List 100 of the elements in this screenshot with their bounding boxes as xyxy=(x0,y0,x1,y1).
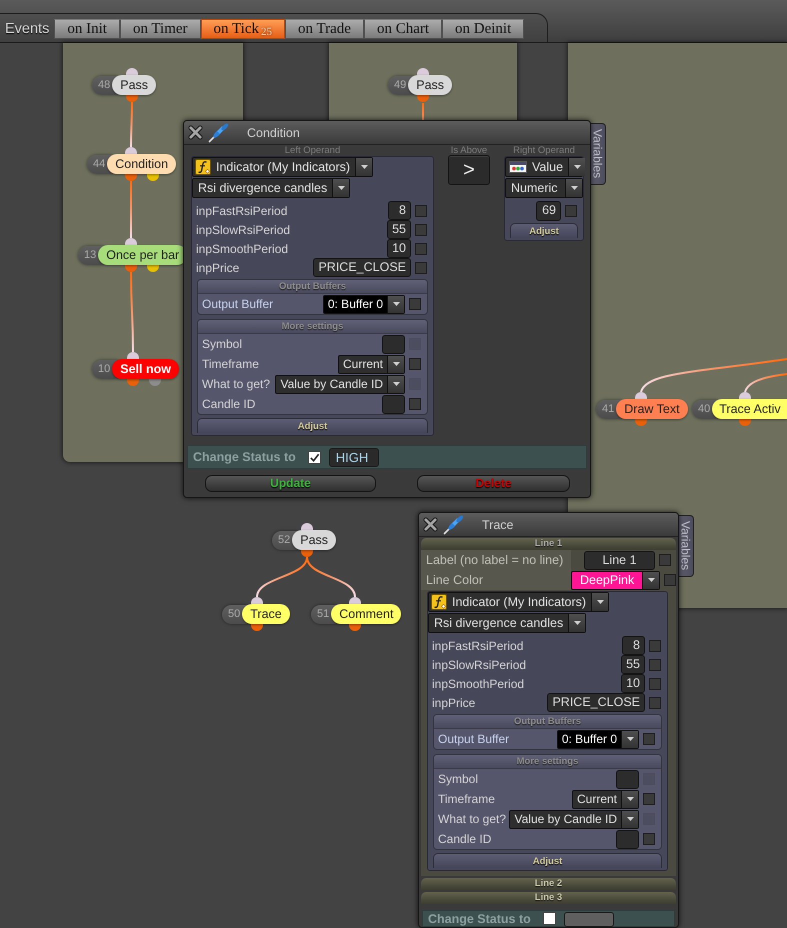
adjust-button[interactable]: Adjust xyxy=(510,223,578,238)
event-tab[interactable]: on Trade xyxy=(285,19,364,39)
status-label: Change Status to xyxy=(428,912,531,927)
node-label[interactable]: Pass xyxy=(408,75,452,95)
section-header: More settings xyxy=(434,755,661,769)
setting-label: Timeframe xyxy=(438,792,496,806)
checkbox[interactable] xyxy=(643,793,655,805)
setting-label: What to get? xyxy=(202,377,272,391)
setting-dropdown[interactable]: Current xyxy=(338,354,405,374)
section-header: More settings xyxy=(198,320,427,334)
type-dropdown[interactable]: Numeric xyxy=(505,178,583,198)
indicator-dropdown[interactable]: Rsi divergence candles xyxy=(192,178,350,198)
operand-caption: Left Operand xyxy=(284,145,342,156)
caret-icon xyxy=(642,572,660,588)
checkbox[interactable] xyxy=(649,640,661,652)
adjust-button[interactable]: Adjust xyxy=(433,853,662,868)
setting-label: Line Color xyxy=(421,570,571,590)
caret-icon xyxy=(387,356,404,372)
checkbox[interactable] xyxy=(415,204,427,216)
connector-line xyxy=(130,181,132,238)
checkbox[interactable] xyxy=(415,262,427,274)
checkbox[interactable] xyxy=(542,912,556,925)
setting-field[interactable] xyxy=(382,394,405,414)
section-header[interactable]: Line 3 xyxy=(421,892,676,904)
update-button[interactable]: Update xyxy=(205,475,376,492)
color-dropdown[interactable]: DeepPink xyxy=(571,570,660,590)
source-dropdown[interactable]: Indicator (My Indicators) xyxy=(192,157,374,177)
checkbox[interactable] xyxy=(308,450,321,464)
setting-field[interactable]: 8 xyxy=(388,201,411,220)
pushpin-icon[interactable] xyxy=(208,122,230,142)
checkbox[interactable] xyxy=(409,358,421,370)
setting-dropdown[interactable]: 0: Buffer 0 xyxy=(322,294,405,314)
setting-field[interactable] xyxy=(382,334,405,354)
event-tab[interactable]: on Init xyxy=(54,19,120,39)
setting-field[interactable] xyxy=(616,830,639,848)
output-port-icon[interactable] xyxy=(349,624,361,631)
connector-line xyxy=(130,102,133,147)
setting-field[interactable]: 10 xyxy=(621,674,645,693)
variables-tab[interactable]: Variables xyxy=(590,123,606,185)
status-field[interactable]: HIGH xyxy=(328,448,379,466)
setting-field[interactable] xyxy=(616,770,639,788)
node-label[interactable]: Pass xyxy=(112,75,156,95)
adjust-button[interactable]: Adjust xyxy=(197,418,428,433)
node-label[interactable]: Trace xyxy=(242,604,290,624)
checkbox[interactable] xyxy=(415,242,427,254)
source-dropdown[interactable]: Indicator (My Indicators) xyxy=(428,592,610,612)
checkbox[interactable] xyxy=(409,298,421,310)
comparator-button[interactable]: > xyxy=(448,155,490,185)
source-dropdown[interactable]: Value xyxy=(505,157,583,177)
indicator-dropdown[interactable]: Rsi divergence candles xyxy=(428,613,586,633)
window-dots-icon xyxy=(509,161,527,173)
label-field[interactable]: Line 1 xyxy=(584,550,655,570)
setting-field[interactable]: 10 xyxy=(387,239,411,258)
node-label[interactable]: Trace Activ xyxy=(712,399,787,419)
status-field[interactable] xyxy=(564,912,614,927)
checkbox[interactable] xyxy=(649,678,661,690)
output-port-icon[interactable] xyxy=(251,624,263,631)
setting-field[interactable]: 55 xyxy=(387,220,411,239)
node-label[interactable]: Pass xyxy=(292,530,336,550)
setting-field[interactable]: PRICE_CLOSE xyxy=(313,258,411,277)
close-icon[interactable] xyxy=(423,517,438,532)
event-tab[interactable]: on Deinit xyxy=(442,19,524,39)
caret-icon xyxy=(621,730,638,748)
setting-label: inpSmoothPeriod xyxy=(432,676,526,690)
checkbox[interactable] xyxy=(643,833,655,845)
input-port-icon[interactable] xyxy=(349,597,361,604)
setting-dropdown[interactable]: 0: Buffer 0 xyxy=(556,730,639,748)
setting-field[interactable]: 55 xyxy=(621,655,645,674)
input-port-icon[interactable] xyxy=(251,597,263,604)
caret-icon xyxy=(387,296,404,312)
caret-icon xyxy=(621,810,638,828)
event-tab[interactable]: on Chart xyxy=(364,19,442,39)
setting-dropdown[interactable]: Current xyxy=(572,790,639,808)
caret-icon xyxy=(387,376,404,392)
setting-label: inpSlowRsiPeriod xyxy=(432,658,528,672)
checkbox[interactable] xyxy=(409,398,421,410)
section-header[interactable]: Line 2 xyxy=(421,878,676,890)
node-label[interactable]: Comment xyxy=(331,604,402,624)
checkbox[interactable] xyxy=(415,224,427,236)
checkbox[interactable] xyxy=(565,205,577,217)
node-label[interactable]: Sell now xyxy=(112,359,179,379)
setting-field[interactable]: PRICE_CLOSE xyxy=(547,693,645,712)
output-port-icon[interactable] xyxy=(301,550,313,557)
setting-field[interactable]: 8 xyxy=(622,636,645,655)
checkbox[interactable] xyxy=(664,574,676,586)
checkbox[interactable] xyxy=(643,733,655,745)
variables-tab[interactable]: Variables xyxy=(678,515,694,577)
close-icon[interactable] xyxy=(188,125,203,140)
checkbox[interactable] xyxy=(649,696,661,708)
checkbox[interactable] xyxy=(659,554,671,566)
node-label[interactable]: Draw Text xyxy=(616,399,688,419)
event-tab[interactable]: on Timer xyxy=(120,19,201,39)
setting-label: Candle ID xyxy=(202,397,256,411)
pushpin-icon[interactable] xyxy=(443,514,465,534)
input-port-icon[interactable] xyxy=(301,523,313,530)
section-header[interactable]: Line 1 xyxy=(421,538,676,550)
checkbox[interactable] xyxy=(649,658,661,670)
caret-icon xyxy=(568,614,586,632)
value-field[interactable]: 69 xyxy=(536,201,561,221)
node-label[interactable]: Condition xyxy=(107,154,176,174)
